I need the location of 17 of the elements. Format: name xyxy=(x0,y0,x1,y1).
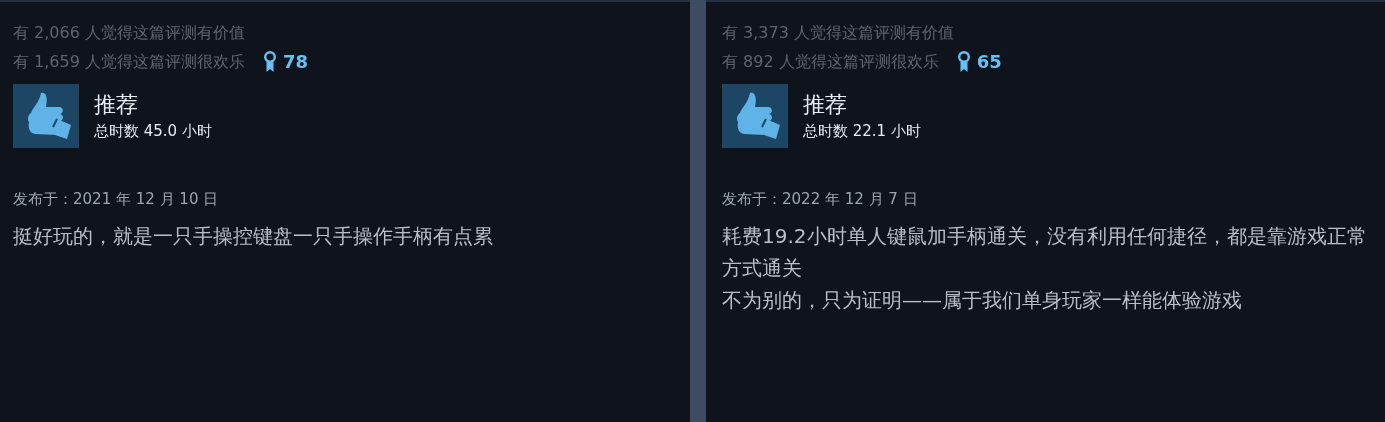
funny-count: 有 892 人觉得这篇评测很欢乐 xyxy=(722,51,939,73)
review-text: 挺好玩的，就是一只手操控键盘一只手操作手柄有点累 xyxy=(13,223,494,250)
review-verdict: 推荐 xyxy=(94,91,139,119)
award-icon xyxy=(956,50,971,73)
award-icon xyxy=(263,50,277,73)
review-text: 不为别的，只为证明——属于我们单身玩家一样能体验游戏 xyxy=(722,287,1243,314)
posted-date: 发布于：2022 年 12 月 7 日 xyxy=(722,189,919,210)
hours-played: 总时数 22.1 小时 xyxy=(803,121,921,142)
helpful-count: 有 2,066 人觉得这篇评测有价值 xyxy=(13,22,246,44)
helpful-count: 有 3,373 人觉得这篇评测有价值 xyxy=(722,22,955,44)
award-count: 78 xyxy=(283,51,309,72)
posted-date: 发布于：2021 年 12 月 10 日 xyxy=(13,189,220,210)
award-count: 65 xyxy=(976,51,1002,72)
review-verdict: 推荐 xyxy=(803,91,848,119)
review-text: 耗费19.2小时单人键鼠加手柄通关，没有利用任何捷径，都是靠游戏正常方式通关 xyxy=(722,223,1368,282)
hours-played: 总时数 45.0 小时 xyxy=(94,121,212,142)
funny-count: 有 1,659 人觉得这篇评测很欢乐 xyxy=(13,51,245,73)
